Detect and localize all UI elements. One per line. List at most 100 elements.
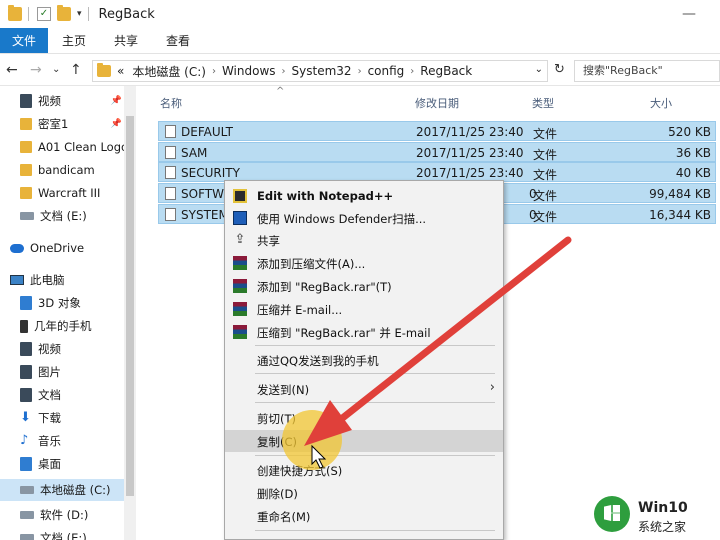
- tab-share[interactable]: 共享: [100, 28, 152, 53]
- drive-icon: [20, 511, 34, 519]
- sidebar-item-warcraft-iii[interactable]: Warcraft III: [0, 182, 136, 204]
- breadcrumb-local-disk[interactable]: 本地磁盘 (C:): [132, 63, 206, 80]
- file-row-default[interactable]: DEFAULT 2017/11/25 23:40 文件 520 KB: [158, 121, 716, 141]
- new-folder-icon[interactable]: [57, 5, 71, 21]
- menu-item-send-to[interactable]: 发送到(N) ›: [225, 378, 503, 400]
- navigation-bar: ← → ⌄ ↑ « 本地磁盘 (C:) › Windows › System32…: [0, 56, 720, 86]
- tab-file[interactable]: 文件: [0, 28, 49, 53]
- sort-indicator-icon: ^: [276, 86, 285, 97]
- sidebar-item-bandicam[interactable]: bandicam: [0, 159, 136, 181]
- file-size: 520 KB: [668, 125, 711, 139]
- back-button[interactable]: ←: [6, 62, 18, 78]
- separator: [28, 7, 29, 21]
- sidebar-item-secret-room[interactable]: 密室1 📌: [0, 113, 136, 135]
- folder-icon: [97, 63, 111, 77]
- sidebar-item-a01-clean-logo[interactable]: A01 Clean Logo: [0, 136, 136, 158]
- sidebar-item-downloads[interactable]: ⬇ 下载: [0, 407, 136, 429]
- breadcrumb-regback[interactable]: RegBack: [420, 64, 472, 78]
- file-date: 2017/11/25 23:40: [416, 125, 524, 139]
- menu-item-add-to-archive[interactable]: 添加到压缩文件(A)...: [225, 252, 503, 274]
- video-icon: [20, 94, 32, 108]
- menu-item-copy[interactable]: 复制(C): [225, 430, 503, 452]
- file-type: 文件: [533, 189, 558, 203]
- menu-item-cut[interactable]: 剪切(T): [225, 407, 503, 429]
- menu-separator: [255, 345, 495, 346]
- column-header-size[interactable]: 大小: [650, 95, 672, 111]
- search-input[interactable]: 搜索"RegBack": [574, 60, 720, 82]
- sidebar-item-label: 视频: [38, 342, 61, 356]
- tab-home[interactable]: 主页: [48, 28, 100, 53]
- menu-item-defender-scan[interactable]: 使用 Windows Defender扫描...: [225, 207, 503, 229]
- column-header-date[interactable]: 修改日期: [415, 95, 459, 111]
- sidebar-item-videos-pinned[interactable]: 视频 📌: [0, 90, 136, 112]
- forward-button[interactable]: →: [30, 62, 42, 78]
- windows-logo-icon: [594, 496, 630, 532]
- file-row-sam[interactable]: SAM 2017/11/25 23:40 文件 36 KB: [158, 142, 716, 162]
- column-header-type[interactable]: 类型: [532, 95, 554, 111]
- sidebar-item-music[interactable]: ♪ 音乐: [0, 430, 136, 452]
- file-date: 2017/11/25 23:40: [416, 166, 524, 180]
- tab-view[interactable]: 查看: [152, 28, 204, 53]
- breadcrumb-separator[interactable]: ›: [282, 66, 286, 77]
- sidebar-scrollbar-thumb[interactable]: [126, 116, 134, 496]
- file-icon: [165, 146, 176, 159]
- sidebar-item-3d-objects[interactable]: 3D 对象: [0, 292, 136, 314]
- sidebar-item-this-pc[interactable]: 此电脑: [0, 269, 136, 291]
- breadcrumb-windows[interactable]: Windows: [222, 64, 276, 78]
- sidebar-item-local-disk-c[interactable]: 本地磁盘 (C:): [0, 479, 136, 501]
- breadcrumb-separator[interactable]: ›: [358, 66, 362, 77]
- menu-item-create-shortcut[interactable]: 创建快捷方式(S): [225, 459, 503, 481]
- sidebar-item-drive-d[interactable]: 软件 (D:): [0, 504, 136, 526]
- separator: [87, 7, 89, 21]
- breadcrumb-config[interactable]: config: [368, 64, 405, 78]
- address-dropdown-button[interactable]: ⌄: [535, 64, 543, 75]
- sidebar-item-label: 下载: [38, 411, 61, 425]
- recent-locations-button[interactable]: ⌄: [52, 64, 60, 75]
- menu-item-compress-and-email[interactable]: 压缩并 E-mail...: [225, 298, 503, 320]
- file-name: DEFAULT: [181, 125, 233, 139]
- sidebar-item-phone[interactable]: 几年的手机: [0, 315, 136, 337]
- ribbon-tabs: 文件 主页 共享 查看: [0, 28, 720, 54]
- winrar-icon: [233, 256, 247, 270]
- watermark-title: Win10: [638, 500, 688, 516]
- menu-item-compress-to-rar-and-email[interactable]: 压缩到 "RegBack.rar" 并 E-mail: [225, 321, 503, 343]
- properties-icon[interactable]: ✓: [37, 7, 51, 21]
- winrar-icon: [233, 325, 247, 339]
- sidebar-item-pictures[interactable]: 图片: [0, 361, 136, 383]
- menu-item-rename[interactable]: 重命名(M): [225, 505, 503, 527]
- menu-item-label: 创建快捷方式(S): [257, 464, 343, 478]
- breadcrumb-overflow[interactable]: «: [117, 64, 124, 78]
- drive-icon: [20, 534, 34, 540]
- menu-item-label: 发送到(N): [257, 383, 310, 397]
- sidebar-item-onedrive[interactable]: OneDrive: [0, 237, 136, 259]
- breadcrumb-separator[interactable]: ›: [212, 66, 216, 77]
- menu-item-edit-with-notepad[interactable]: Edit with Notepad++: [225, 185, 503, 207]
- sidebar-item-documents[interactable]: 文档: [0, 384, 136, 406]
- sidebar-item-videos[interactable]: 视频: [0, 338, 136, 360]
- file-row-security[interactable]: SECURITY 2017/11/25 23:40 文件 40 KB: [158, 162, 716, 182]
- sidebar-item-drive-e-pinned[interactable]: 文档 (E:): [0, 205, 136, 227]
- pin-icon: 📌: [110, 119, 122, 129]
- menu-item-send-via-qq[interactable]: 通过QQ发送到我的手机: [225, 349, 503, 371]
- file-type: 文件: [533, 168, 558, 182]
- menu-item-share[interactable]: ⇪ 共享: [225, 229, 503, 251]
- menu-item-add-to-regback-rar[interactable]: 添加到 "RegBack.rar"(T): [225, 275, 503, 297]
- phone-icon: [20, 319, 28, 333]
- address-bar[interactable]: « 本地磁盘 (C:) › Windows › System32 › confi…: [92, 60, 548, 82]
- quick-access-dropdown-icon[interactable]: ▾: [77, 9, 82, 19]
- column-header-name[interactable]: 名称: [160, 95, 182, 111]
- up-button[interactable]: ↑: [70, 62, 82, 78]
- music-icon: ♪: [20, 433, 29, 448]
- breadcrumb-separator[interactable]: ›: [410, 66, 414, 77]
- minimize-button[interactable]: —: [682, 6, 696, 22]
- sidebar-item-label: A01 Clean Logo: [38, 140, 129, 154]
- sidebar-item-drive-e[interactable]: 文档 (E:): [0, 527, 136, 540]
- menu-item-delete[interactable]: 删除(D): [225, 482, 503, 504]
- context-menu: Edit with Notepad++ 使用 Windows Defender扫…: [224, 180, 504, 540]
- sidebar-item-label: 此电脑: [30, 273, 65, 287]
- sidebar-item-label: 文档 (E:): [40, 531, 87, 540]
- drive-icon: [20, 212, 34, 220]
- sidebar-item-desktop[interactable]: 桌面: [0, 453, 136, 475]
- refresh-button[interactable]: ↻: [554, 62, 565, 77]
- breadcrumb-system32[interactable]: System32: [292, 64, 352, 78]
